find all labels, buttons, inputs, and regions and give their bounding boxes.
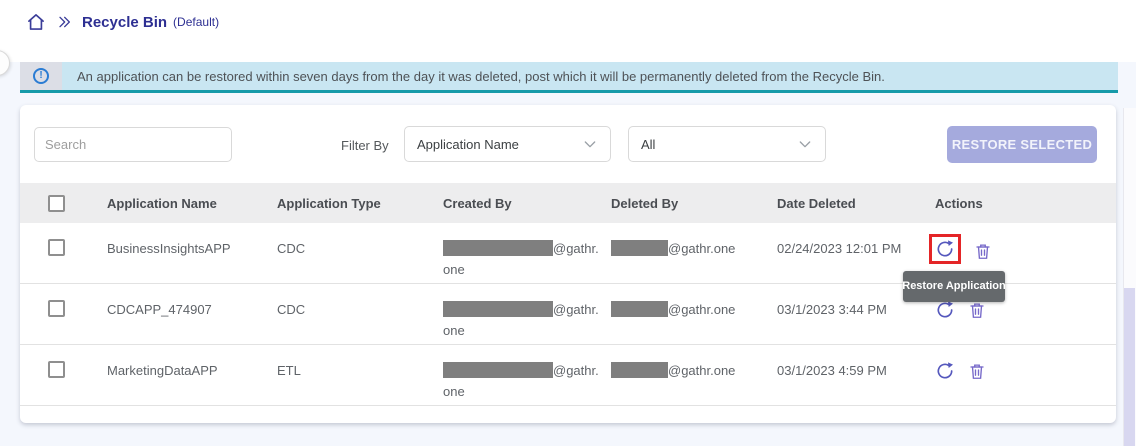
redacted-username — [611, 301, 668, 317]
info-banner-icon-cell: ! — [20, 62, 62, 90]
application-type: ETL — [277, 363, 301, 378]
click-highlight-box — [929, 234, 961, 264]
trash-icon — [970, 363, 984, 379]
column-header-application-name: Application Name — [107, 195, 217, 211]
application-type: CDC — [277, 302, 306, 317]
filter-by-label: Filter By — [341, 138, 389, 153]
select-all-cell — [48, 194, 107, 212]
row-actions — [935, 360, 1116, 381]
date-deleted: 02/24/2023 12:01 PM — [777, 241, 902, 256]
select-all-checkbox[interactable] — [48, 194, 65, 212]
column-header-deleted-by: Deleted By — [611, 195, 679, 211]
restore-selected-button[interactable]: RESTORE SELECTED — [947, 126, 1097, 163]
restore-application-button[interactable] — [935, 239, 955, 259]
restore-circular-arrow-icon — [937, 240, 953, 257]
info-banner-text: An application can be restored within se… — [77, 68, 885, 84]
trash-icon — [970, 302, 984, 318]
restore-circular-arrow-icon — [937, 362, 953, 379]
row-select-cell — [48, 299, 107, 317]
filter-scope-dropdown[interactable]: All — [628, 126, 826, 162]
column-header-application-type: Application Type — [277, 195, 381, 211]
table-row: BusinessInsightsAPP CDC @gathr. one @gat… — [20, 223, 1116, 302]
scrollbar-thumb[interactable] — [1124, 288, 1135, 446]
deleted-apps-table: Application Name Application Type Create… — [20, 183, 1116, 406]
toolbar: Filter By Application Name All RESTORE S… — [20, 105, 1116, 183]
restore-application-button[interactable] — [935, 361, 955, 381]
scrollbar-track[interactable] — [1123, 108, 1136, 446]
info-banner: ! An application can be restored within … — [20, 62, 1118, 93]
redacted-username — [611, 362, 668, 378]
search-input[interactable] — [34, 127, 232, 162]
row-actions: Restore Application — [902, 234, 1116, 302]
restore-circular-arrow-icon — [937, 301, 953, 318]
recycle-bin-card: Filter By Application Name All RESTORE S… — [20, 105, 1116, 423]
column-header-actions: Actions — [935, 195, 983, 211]
application-type: CDC — [277, 241, 306, 256]
date-deleted: 03/1/2023 3:44 PM — [777, 302, 887, 317]
table-header-row: Application Name Application Type Create… — [20, 183, 1116, 223]
column-header-created-by: Created By — [443, 195, 512, 211]
delete-permanently-button[interactable] — [968, 362, 986, 381]
redacted-username — [611, 240, 668, 256]
restore-application-tooltip: Restore Application — [902, 271, 1006, 302]
redacted-username — [443, 240, 553, 256]
deleted-by: @gathr.one — [611, 299, 777, 320]
date-deleted: 03/1/2023 4:59 PM — [777, 363, 887, 378]
deleted-by: @gathr.one — [611, 360, 777, 381]
row-checkbox[interactable] — [48, 239, 65, 256]
row-actions — [935, 299, 1116, 320]
delete-permanently-button[interactable] — [968, 301, 986, 320]
recycle-bin-page: Recycle Bin (Default) ! An application c… — [0, 0, 1136, 446]
row-select-cell — [48, 360, 107, 378]
page-title: Recycle Bin — [82, 13, 168, 31]
header-band: Recycle Bin (Default) — [0, 0, 1136, 62]
restore-application-button[interactable] — [935, 300, 955, 320]
info-circle-icon: ! — [33, 68, 49, 84]
table-row: MarketingDataAPP ETL @gathr. one @gathr.… — [20, 345, 1116, 406]
chevron-down-icon — [582, 136, 598, 152]
page-subtitle: (Default) — [173, 15, 220, 29]
application-name: BusinessInsightsAPP — [107, 241, 231, 256]
column-header-date-deleted: Date Deleted — [777, 195, 856, 211]
delete-permanently-button[interactable] — [974, 242, 992, 261]
row-checkbox[interactable] — [48, 300, 65, 317]
breadcrumb: Recycle Bin (Default) — [26, 12, 219, 32]
created-by: @gathr. one — [443, 362, 599, 399]
filter-type-dropdown[interactable]: Application Name — [404, 126, 611, 162]
row-select-cell — [48, 238, 107, 256]
created-by: @gathr. one — [443, 301, 599, 338]
chevron-down-icon — [797, 136, 813, 152]
redacted-username — [443, 362, 553, 378]
trash-icon — [976, 244, 990, 259]
application-name: MarketingDataAPP — [107, 363, 218, 378]
home-icon[interactable] — [26, 12, 46, 32]
filter-scope-dropdown-value: All — [641, 136, 656, 152]
application-name: CDCAPP_474907 — [107, 302, 212, 317]
row-checkbox[interactable] — [48, 361, 65, 378]
deleted-by: @gathr.one — [611, 238, 777, 259]
filter-type-dropdown-value: Application Name — [417, 136, 519, 152]
created-by: @gathr. one — [443, 240, 599, 277]
double-chevron-right-icon — [55, 14, 73, 30]
redacted-username — [443, 301, 553, 317]
